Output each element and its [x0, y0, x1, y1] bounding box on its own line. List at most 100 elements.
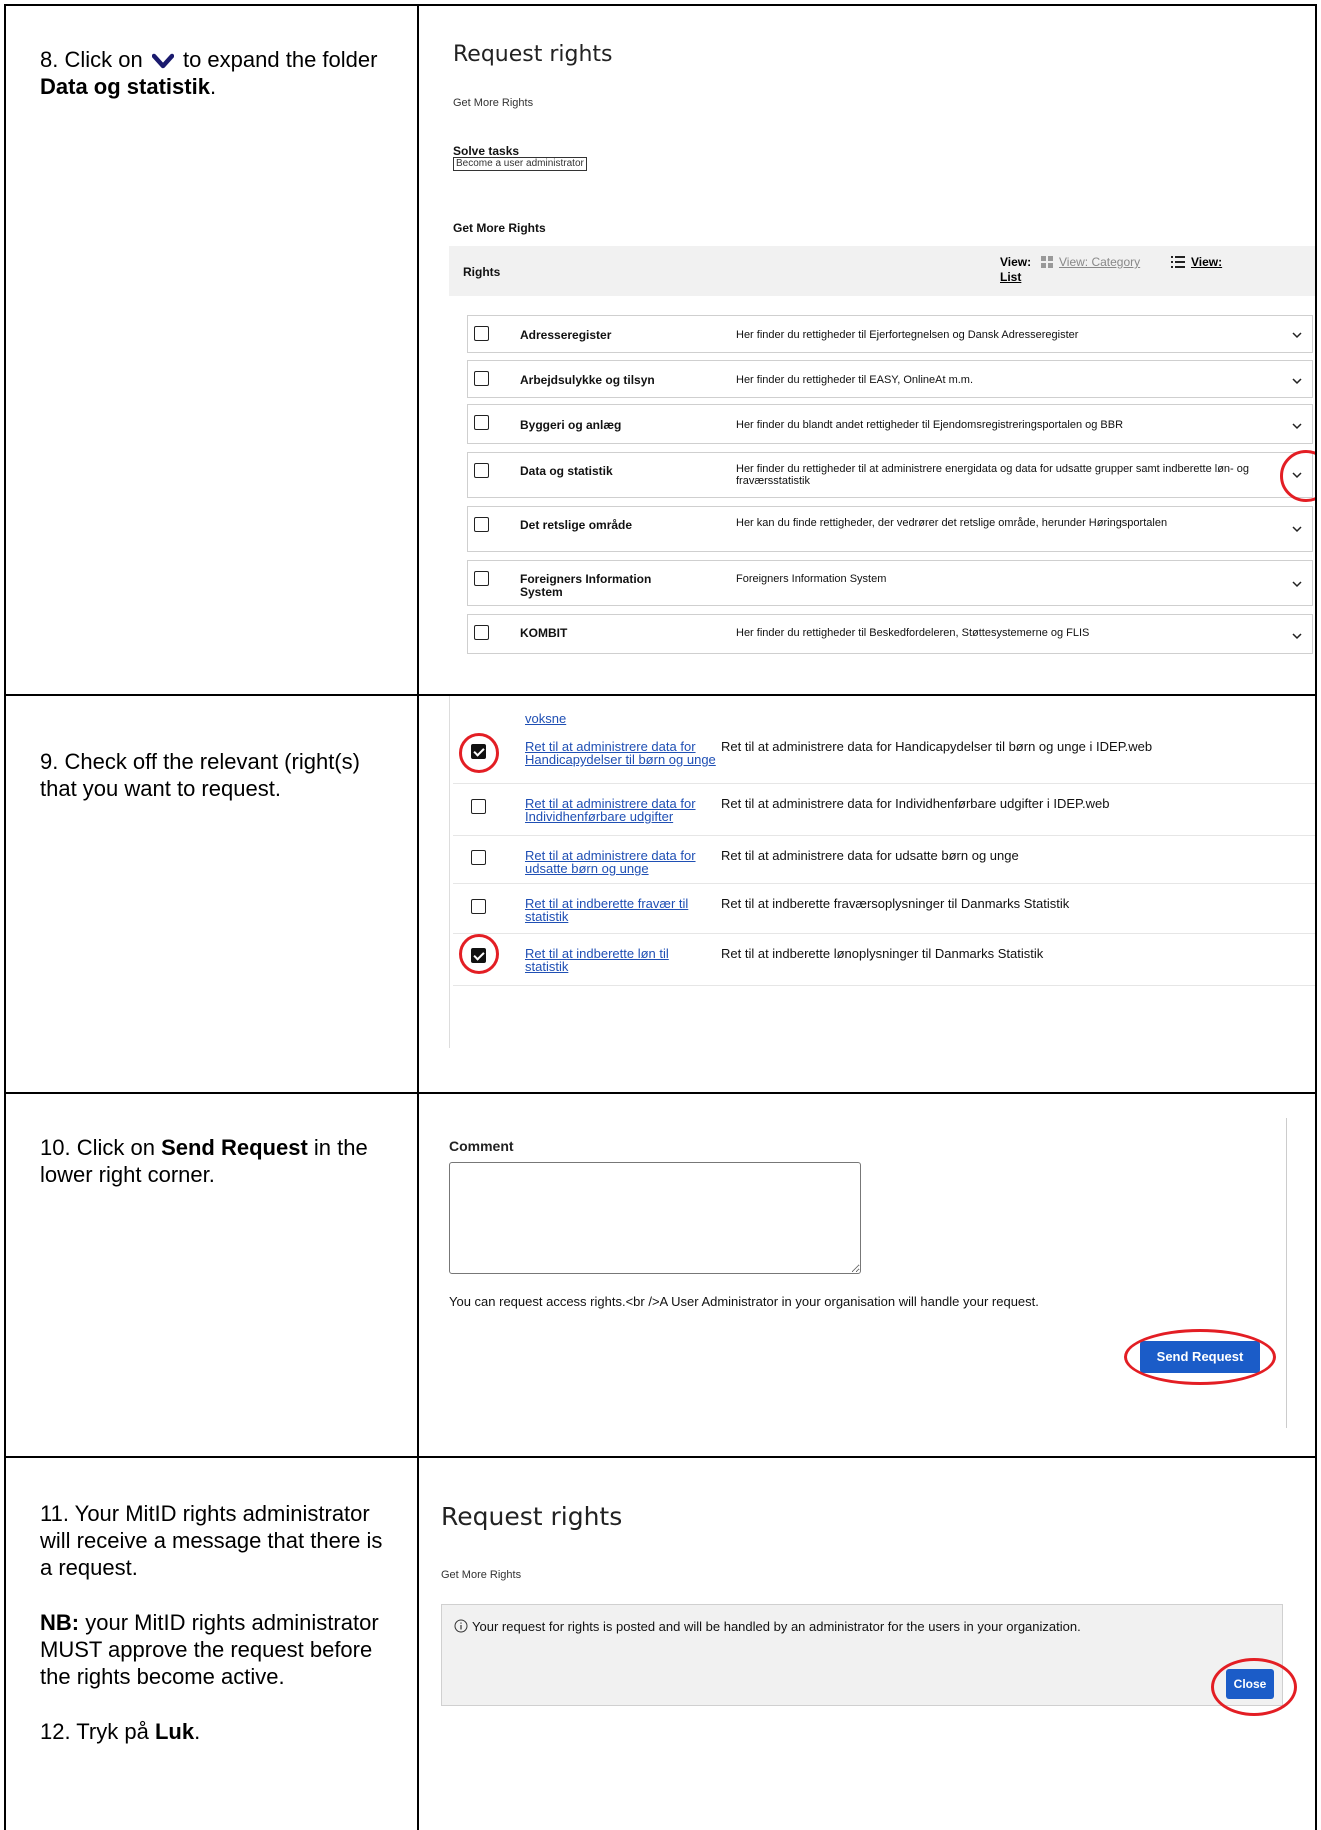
rights-item[interactable]: Ret til at indberette fravær til statist… [453, 884, 1315, 934]
row-desc: Foreigners Information System [736, 573, 887, 585]
row-checkbox[interactable] [474, 463, 489, 478]
view-label: View: [1000, 255, 1032, 269]
row-desc: Her finder du rettigheder til Beskedford… [736, 627, 1090, 639]
right-desc: Ret til at administrere data for Handica… [721, 739, 1153, 754]
right-desc: Ret til at indberette fraværsoplysninger… [721, 896, 1070, 911]
chevron-down-icon [151, 53, 174, 69]
request-notice: You can request access rights.<br />A Us… [449, 1294, 1039, 1309]
chevron-down-icon[interactable] [1292, 332, 1302, 339]
right-desc: Ret til at administrere data for Individ… [721, 796, 1110, 811]
chevron-down-icon[interactable] [1292, 423, 1302, 430]
right-link[interactable]: Ret til at administrere data for Individ… [525, 797, 725, 823]
info-icon [454, 1619, 468, 1633]
comment-label: Comment [449, 1138, 514, 1154]
row-name: Data og statistik [520, 464, 613, 478]
rights-row[interactable]: Det retslige område Her kan du finde ret… [467, 506, 1313, 552]
row-checkbox[interactable] [471, 799, 486, 814]
row-checkbox[interactable] [474, 517, 489, 532]
chevron-down-icon[interactable] [1292, 581, 1302, 588]
row-checkbox[interactable] [471, 850, 486, 865]
rights-row[interactable]: Foreigners Information System Foreigners… [467, 560, 1313, 606]
step-12-text-b: . [194, 1719, 201, 1744]
row-desc: Her finder du rettigheder til at adminis… [736, 463, 1250, 487]
list-view-icon [1171, 256, 1185, 268]
highlight-circle [459, 733, 499, 773]
row-checkbox[interactable] [474, 371, 489, 386]
comment-textarea[interactable] [449, 1162, 861, 1274]
section-heading: Get More Rights [453, 221, 546, 235]
row-desc: Her finder du rettigheder til Ejerforteg… [736, 329, 1079, 341]
chevron-down-icon[interactable] [1292, 378, 1302, 385]
right-link[interactable]: Ret til at administrere data for udsatte… [525, 849, 725, 875]
step-8-folder-name: Data og statistik [40, 74, 210, 99]
row-name: Byggeri og anlæg [520, 418, 622, 432]
rights-row[interactable]: Byggeri og anlæg Her finder du blandt an… [467, 404, 1313, 444]
row-checkbox[interactable] [471, 899, 486, 914]
view-list-link-a[interactable]: View: [1191, 255, 1222, 269]
breadcrumb: Get More Rights [441, 1569, 522, 1581]
partial-link[interactable]: voksne [525, 711, 566, 726]
rights-item[interactable]: Ret til at indberette løn til statistik … [453, 934, 1315, 986]
view-list-link-b[interactable]: List [1000, 270, 1021, 284]
step-10-screenshot: Comment You can request access rights.<b… [419, 1094, 1315, 1456]
breadcrumb: Get More Rights [453, 97, 534, 109]
view-category-link[interactable]: View: Category [1059, 255, 1140, 269]
step-8-text-b: to expand the folder [182, 47, 378, 72]
rights-label: Rights [463, 265, 501, 279]
right-link[interactable]: Ret til at indberette løn til statistik [525, 947, 705, 973]
step-8-screenshot: Request rights Get More Rights Solve tas… [419, 6, 1315, 694]
row-checkbox[interactable] [474, 326, 489, 341]
row-checkbox[interactable] [474, 415, 489, 430]
right-desc: Ret til at administrere data for udsatte… [721, 848, 1019, 863]
nb-label: NB: [40, 1610, 80, 1635]
step-8-instruction: 8. Click on to expand the folder Data og… [6, 6, 419, 694]
info-text: Your request for rights is posted and wi… [472, 1619, 1081, 1634]
row-name: Adresseregister [520, 328, 612, 342]
step-8-text-a: 8. Click on [40, 47, 143, 72]
rights-row[interactable]: KOMBIT Her finder du rettigheder til Bes… [467, 614, 1313, 654]
rights-row[interactable]: Arbejdsulykke og tilsyn Her finder du re… [467, 360, 1313, 398]
right-link[interactable]: Ret til at indberette fravær til statist… [525, 897, 715, 923]
rights-row[interactable]: Adresseregister Her finder du rettighede… [467, 315, 1313, 353]
page-title: Request rights [453, 42, 613, 67]
step-10-text-a: 10. Click on [40, 1135, 155, 1160]
row-checkbox[interactable] [474, 571, 489, 586]
rights-item[interactable]: Ret til at administrere data for udsatte… [453, 836, 1315, 884]
become-admin-link[interactable]: Become a user administrator [453, 157, 587, 171]
row-checkbox[interactable] [474, 625, 489, 640]
row-name: Foreigners Information System [520, 572, 652, 599]
step-11-text: 11. Your MitID rights administrator will… [40, 1501, 383, 1580]
solve-tasks-heading: Solve tasks [453, 144, 520, 158]
rights-header: Rights View: View: Category View: List [449, 246, 1315, 296]
grid-view-icon [1041, 256, 1053, 268]
row-name: Det retslige område [520, 518, 633, 532]
chevron-down-icon[interactable] [1292, 526, 1302, 533]
rights-item[interactable]: Ret til at administrere data for Handica… [453, 730, 1315, 784]
info-panel: Your request for rights is posted and wi… [441, 1604, 1283, 1706]
panel-edge [1286, 1118, 1287, 1428]
row-desc: Her kan du finde rettigheder, der vedrør… [736, 517, 1168, 529]
step-10-bold: Send Request [161, 1135, 308, 1160]
row-desc: Her finder du rettigheder til EASY, Onli… [736, 374, 974, 386]
step-12-bold: Luk [154, 1719, 195, 1744]
list-divider [449, 696, 450, 1048]
step-9-text: 9. Check off the relevant (right(s) that… [40, 749, 360, 801]
right-desc: Ret til at indberette lønoplysninger til… [721, 946, 1044, 961]
step-9-instruction: 9. Check off the relevant (right(s) that… [6, 696, 419, 1092]
step-10-instruction: 10. Click on Send Request in the lower r… [6, 1094, 419, 1456]
step-9-row: 9. Check off the relevant (right(s) that… [6, 696, 1315, 1094]
step-8-row: 8. Click on to expand the folder Data og… [6, 6, 1315, 696]
step-11-screenshot: Request rights Get More Rights Your requ… [419, 1458, 1315, 1830]
row-name: KOMBIT [520, 626, 568, 640]
right-link[interactable]: Ret til at administrere data for Handica… [525, 740, 725, 766]
row-name: Arbejdsulykke og tilsyn [520, 373, 655, 387]
step-11-row: 11. Your MitID rights administrator will… [6, 1458, 1315, 1830]
page-title: Request rights [441, 1502, 623, 1531]
highlight-circle [459, 934, 499, 974]
chevron-down-icon[interactable] [1292, 633, 1302, 640]
rights-row-data-og-statistik[interactable]: Data og statistik Her finder du rettighe… [467, 452, 1313, 498]
step-11-instruction: 11. Your MitID rights administrator will… [6, 1458, 419, 1830]
rights-item[interactable]: Ret til at administrere data for Individ… [453, 784, 1315, 836]
row-desc: Her finder du blandt andet rettigheder t… [736, 419, 1124, 431]
